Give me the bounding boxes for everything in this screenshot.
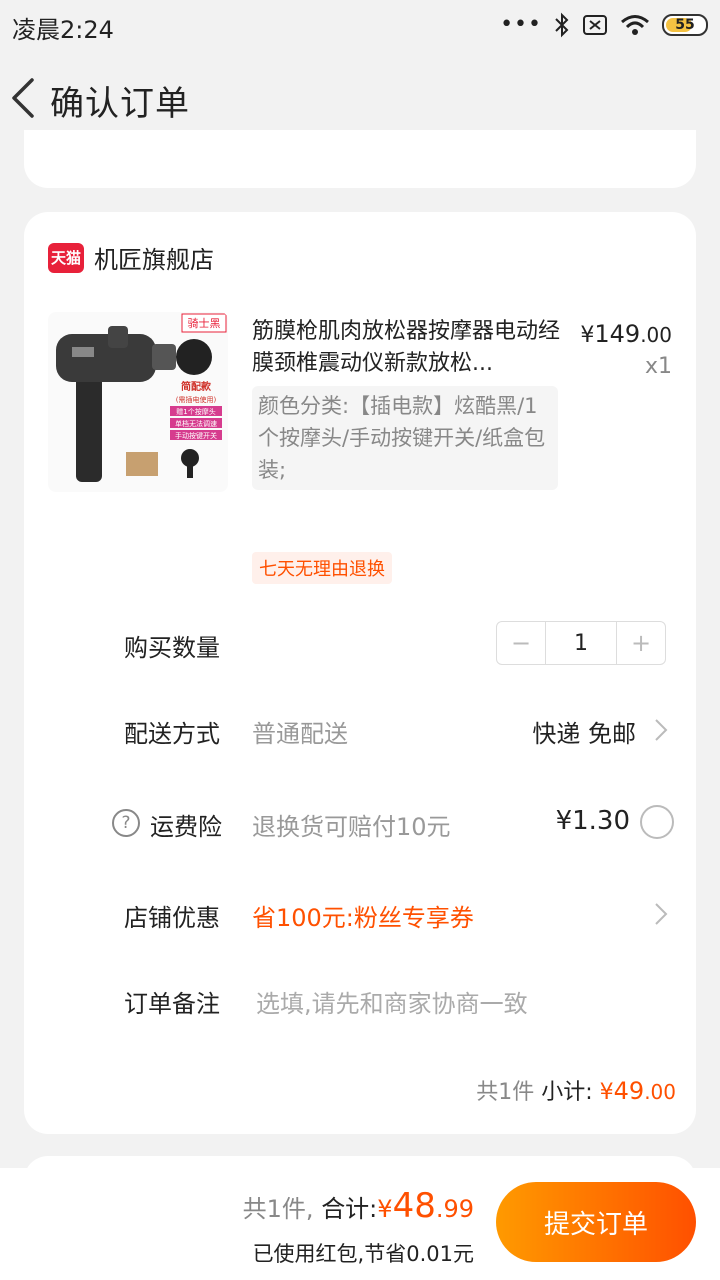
note-label: 订单备注 [124, 990, 220, 1018]
back-arrow-icon[interactable] [8, 76, 38, 120]
checkout-bar: 共1件, 合计:¥48.99 已使用红包,节省0.01元 提交订单 [0, 1168, 720, 1280]
image-tag: 骑士黑 [188, 317, 221, 330]
image-caption: 简配款 [181, 380, 212, 393]
quantity-label: 购买数量 [124, 634, 220, 662]
price-decimal: .00 [640, 323, 672, 347]
subtotal: 共1件 小计: ¥49.00 [476, 1074, 676, 1106]
note-input[interactable]: 选填,请先和商家协商一致 [256, 984, 528, 1019]
quantity-plus-button[interactable]: + [617, 622, 665, 664]
product-price: ¥149.00 [580, 320, 672, 348]
quantity-value[interactable]: 1 [545, 622, 617, 664]
tmall-badge-icon: 天猫 [48, 242, 84, 273]
total-label: 合计: [321, 1195, 378, 1223]
product-image[interactable]: 骑士黑 简配款 (需插电使用) 赠1个按摩头 单档无法调速 手动按键开关 [48, 312, 228, 492]
product-sku[interactable]: 颜色分类:【插电款】炫酷黑/1个按摩头/手动按键开关/纸盒包装; [252, 386, 558, 490]
delivery-value: 快递 免邮 [532, 720, 636, 748]
image-feature-2: 单档无法调速 [175, 419, 217, 428]
image-feature-3: 手动按键开关 [175, 431, 217, 440]
insurance-description: 退换货可赔付10元 [252, 813, 451, 841]
delivery-method: 普通配送 [252, 720, 348, 748]
shop-header[interactable]: 天猫 机匠旗舰店 [48, 240, 214, 275]
chevron-right-icon [655, 719, 668, 741]
total-count: 共1件, [242, 1195, 314, 1223]
insurance-label: 运费险 [150, 813, 222, 841]
savings-note: 已使用红包,节省0.01元 [252, 1242, 474, 1266]
subtotal-count: 共1件 [476, 1080, 535, 1105]
coupon-value: 省100元:粉丝专享券 [252, 904, 474, 932]
return-policy-tag: 七天无理由退换 [252, 552, 392, 584]
battery-icon: 55 [662, 14, 708, 36]
product-title[interactable]: 筋膜枪肌肉放松器按摩器电动经膜颈椎震动仪新款放松... [252, 316, 562, 382]
more-dots-icon: ••• [500, 12, 542, 37]
price-integer: 149 [594, 320, 641, 348]
coupon-label: 店铺优惠 [124, 904, 220, 932]
insurance-price: ¥1.30 [555, 806, 630, 836]
order-card: 天猫 机匠旗舰店 骑士黑 简配款 (需插电使用) 赠1个按摩头 单档无法调速 手… [24, 212, 696, 1134]
insurance-radio[interactable] [640, 805, 674, 839]
order-total: 共1件, 合计:¥48.99 [243, 1186, 474, 1226]
product-quantity: x1 [644, 354, 672, 379]
subtotal-symbol: ¥ [599, 1080, 614, 1105]
total-integer: 48 [392, 1186, 436, 1226]
help-icon[interactable]: ? [112, 809, 140, 837]
status-icons: ••• 55 [500, 12, 708, 38]
sim-off-icon [583, 15, 607, 35]
status-time: 凌晨2:24 [12, 16, 114, 44]
quantity-stepper: − 1 + [496, 621, 666, 665]
total-decimal: .99 [435, 1195, 474, 1223]
subtotal-decimal: .00 [644, 1080, 676, 1104]
page-title: 确认订单 [50, 84, 190, 124]
chevron-right-icon [655, 903, 668, 925]
quantity-minus-button[interactable]: − [497, 622, 545, 664]
wifi-icon [621, 15, 649, 35]
status-bar: 凌晨2:24 ••• 55 [0, 0, 720, 52]
subtotal-label: 小计: [541, 1080, 593, 1105]
subtotal-integer: 49 [613, 1077, 645, 1105]
battery-level: 55 [675, 17, 695, 33]
submit-order-button[interactable]: 提交订单 [496, 1182, 696, 1262]
total-symbol: ¥ [377, 1195, 393, 1223]
image-subcaption: (需插电使用) [176, 395, 217, 404]
shop-name: 机匠旗舰店 [94, 246, 214, 274]
delivery-label: 配送方式 [124, 720, 220, 748]
price-symbol: ¥ [580, 323, 595, 348]
address-card-bottom-edge [24, 130, 696, 188]
bluetooth-icon [555, 12, 569, 38]
image-feature-1: 赠1个按摩头 [176, 407, 215, 416]
